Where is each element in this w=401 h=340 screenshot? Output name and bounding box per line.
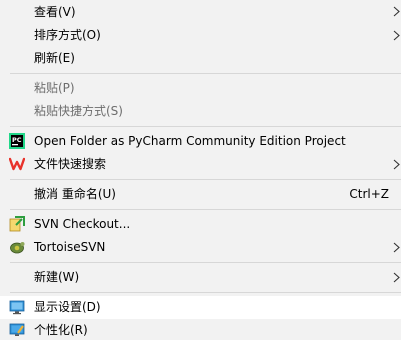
menu-separator xyxy=(10,209,401,210)
menu-item-pycharm[interactable]: PC Open Folder as PyCharm Community Edit… xyxy=(0,130,401,153)
menu-item-sort[interactable]: 排序方式(O) xyxy=(0,24,401,47)
personalize-icon xyxy=(9,322,25,338)
menu-item-display-settings[interactable]: 显示设置(D) xyxy=(0,296,401,319)
context-menu: 查看(V) 排序方式(O) 刷新(E) 粘贴(P) 粘贴快捷方式(S) PC O… xyxy=(0,0,401,340)
menu-item-undo-rename[interactable]: 撤消 重命名(U) Ctrl+Z xyxy=(0,183,401,206)
menu-separator xyxy=(10,292,401,293)
menu-item-undo-rename-label: 撤消 重命名(U) xyxy=(34,187,116,201)
menu-item-paste-label: 粘贴(P) xyxy=(34,81,75,95)
wps-icon xyxy=(9,156,25,172)
menu-separator xyxy=(10,126,401,127)
pycharm-icon: PC xyxy=(9,133,25,149)
display-settings-icon xyxy=(9,299,25,315)
menu-item-personalize-label: 个性化(R) xyxy=(34,323,88,337)
chevron-right-icon xyxy=(393,6,400,17)
menu-item-paste: 粘贴(P) xyxy=(0,77,401,100)
menu-item-refresh[interactable]: 刷新(E) xyxy=(0,47,401,70)
menu-item-wps-search-label: 文件快速搜索 xyxy=(34,157,107,171)
chevron-right-icon xyxy=(393,159,400,170)
menu-item-paste-shortcut: 粘贴快捷方式(S) xyxy=(0,100,401,123)
menu-item-refresh-label: 刷新(E) xyxy=(34,51,75,65)
menu-item-wps-search[interactable]: 文件快速搜索 xyxy=(0,153,401,176)
tortoisesvn-icon xyxy=(9,239,25,255)
menu-item-view-label: 查看(V) xyxy=(34,4,76,19)
svn-checkout-icon xyxy=(9,216,25,232)
menu-separator xyxy=(10,73,401,74)
menu-item-paste-shortcut-label: 粘贴快捷方式(S) xyxy=(34,104,123,118)
menu-item-tortoisesvn[interactable]: TortoiseSVN xyxy=(0,236,401,259)
menu-item-new[interactable]: 新建(W) xyxy=(0,266,401,289)
menu-item-svn-checkout-label: SVN Checkout... xyxy=(34,217,131,231)
menu-item-new-label: 新建(W) xyxy=(34,270,80,284)
menu-item-display-settings-label: 显示设置(D) xyxy=(34,300,101,314)
menu-item-sort-label: 排序方式(O) xyxy=(34,28,101,42)
chevron-right-icon xyxy=(393,242,400,253)
menu-item-personalize[interactable]: 个性化(R) xyxy=(0,319,401,340)
menu-item-svn-checkout[interactable]: SVN Checkout... xyxy=(0,213,401,236)
undo-shortcut-label: Ctrl+Z xyxy=(349,187,389,201)
chevron-right-icon xyxy=(393,272,400,283)
menu-separator xyxy=(10,262,401,263)
chevron-right-icon xyxy=(393,30,400,41)
menu-item-pycharm-label: Open Folder as PyCharm Community Edition… xyxy=(34,134,346,148)
menu-separator xyxy=(10,179,401,180)
svg-text:PC: PC xyxy=(12,136,22,144)
menu-item-tortoisesvn-label: TortoiseSVN xyxy=(34,240,106,254)
menu-item-view[interactable]: 查看(V) xyxy=(0,0,401,24)
